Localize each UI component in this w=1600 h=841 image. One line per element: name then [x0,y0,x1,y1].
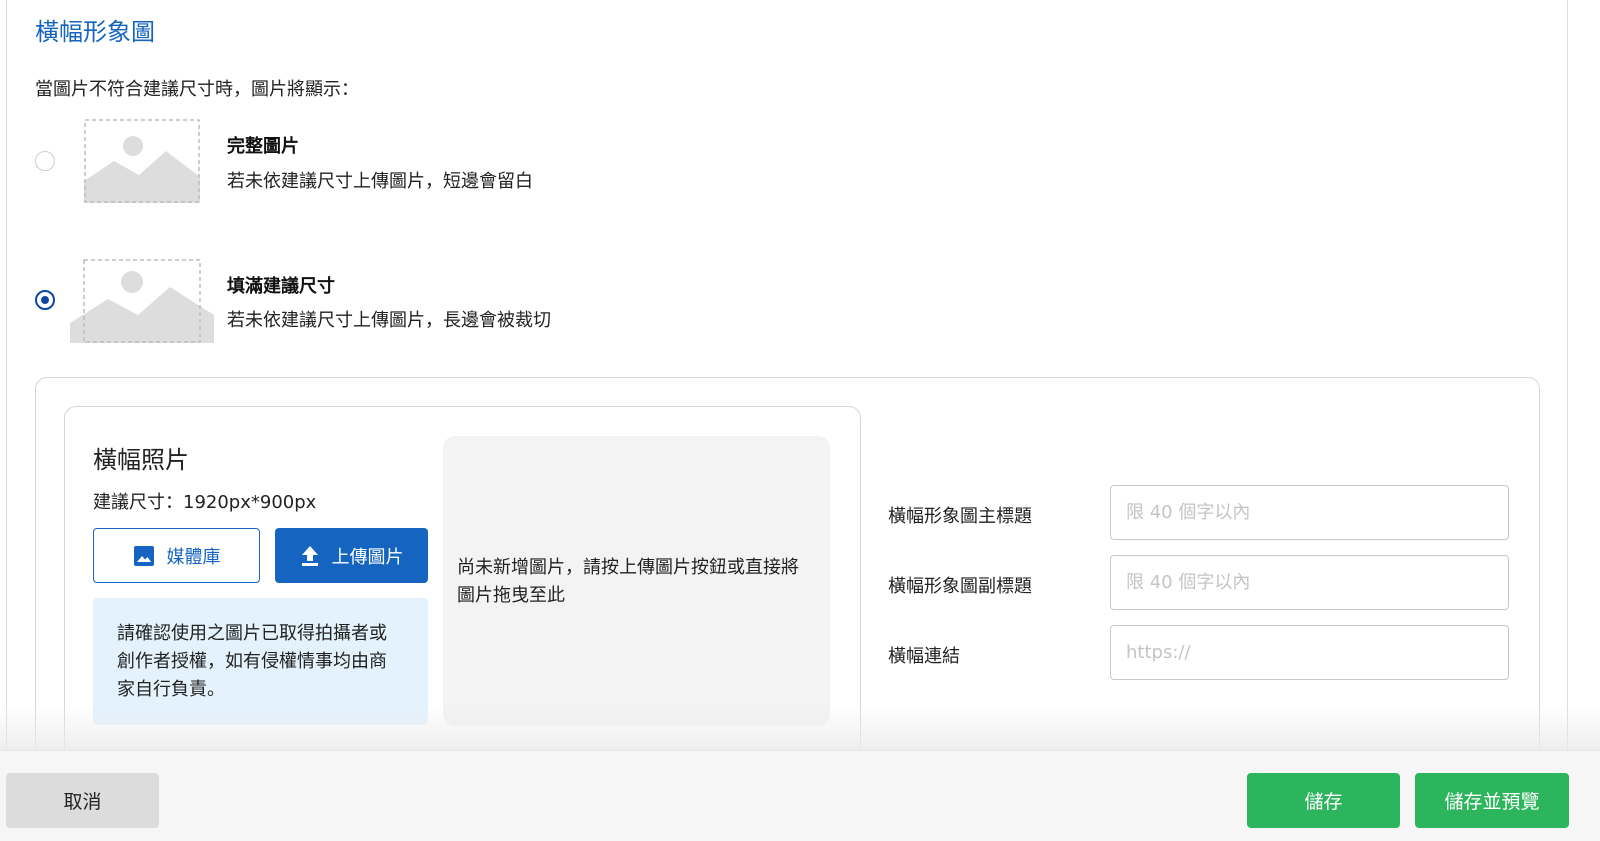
media-library-label: 媒體庫 [166,546,221,568]
option-title-full-image: 完整圖片 [227,136,299,157]
option-title-fill-size: 填滿建議尺寸 [227,276,335,297]
subtitle-label: 橫幅形象圖副標題 [888,576,1032,597]
cancel-button[interactable]: 取消 [6,773,159,828]
option-desc-fill-size: 若未依建議尺寸上傳圖片，長邊會被裁切 [227,310,551,331]
upload-icon [301,545,318,566]
main-title-label: 橫幅形象圖主標題 [888,506,1032,527]
footer-shadow [0,706,1600,750]
section-title: 橫幅形象圖 [35,18,155,46]
upload-image-button[interactable]: 上傳圖片 [275,528,428,583]
main-title-input[interactable] [1110,485,1509,540]
subtitle-input[interactable] [1110,555,1509,610]
radio-fill-size[interactable] [35,290,55,310]
image-placeholder-icon [70,259,214,343]
recommended-size: 建議尺寸：1920px*900px [93,492,317,513]
banner-link-label: 橫幅連結 [888,646,960,667]
media-library-button[interactable]: 媒體庫 [93,528,260,583]
radio-full-image[interactable] [35,151,55,171]
banner-photo-title: 橫幅照片 [93,446,189,474]
upload-image-label: 上傳圖片 [331,546,404,568]
image-drop-zone[interactable]: 尚未新增圖片，請按上傳圖片按鈕或直接將圖片拖曳至此 [443,436,830,726]
image-icon [133,545,154,566]
image-placeholder-icon [84,119,200,203]
option-desc-full-image: 若未依建議尺寸上傳圖片，短邊會留白 [227,171,533,192]
save-button[interactable]: 儲存 [1247,773,1400,828]
display-hint: 當圖片不符合建議尺寸時，圖片將顯示： [35,79,359,100]
banner-link-input[interactable] [1110,625,1509,680]
save-and-preview-button[interactable]: 儲存並預覽 [1415,773,1569,828]
